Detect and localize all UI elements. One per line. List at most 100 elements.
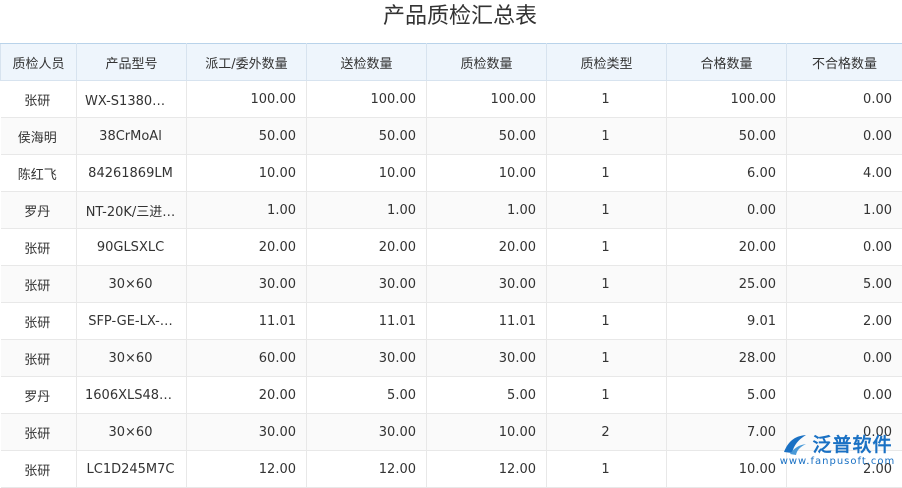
page-title: 产品质检汇总表 (0, 0, 902, 42)
table-cell: 10.00 (427, 414, 547, 451)
table-cell: 30.00 (307, 414, 427, 451)
table-row[interactable]: 张研WX-S1380系列100.00100.00100.001100.000.0… (1, 81, 902, 118)
table-row[interactable]: 张研30×6030.0030.0010.0027.000.00 (1, 414, 902, 451)
table-cell: 侯海明 (1, 118, 77, 155)
table-cell: 100.00 (187, 81, 307, 118)
table-cell: 30.00 (307, 266, 427, 303)
table-cell: 25.00 (667, 266, 787, 303)
table-cell: 30.00 (307, 340, 427, 377)
table-cell: 5.00 (427, 377, 547, 414)
column-header[interactable]: 质检人员 (1, 44, 77, 81)
table-cell: 50.00 (187, 118, 307, 155)
table-cell: 2.00 (787, 303, 902, 340)
watermark-top: 泛普软件 (782, 430, 892, 457)
quality-summary-table: 质检人员产品型号派工/委外数量送检数量质检数量质检类型合格数量不合格数量 张研W… (0, 43, 902, 488)
table-cell: 1 (547, 155, 667, 192)
table-cell: WX-S1380系列 (77, 81, 187, 118)
table-cell: 张研 (1, 340, 77, 377)
table-cell: 1 (547, 81, 667, 118)
table-cell: 100.00 (667, 81, 787, 118)
table-cell: 20.00 (187, 229, 307, 266)
table-cell: 10.00 (187, 155, 307, 192)
table-cell: 7.00 (667, 414, 787, 451)
column-header[interactable]: 不合格数量 (787, 44, 902, 81)
header-row: 质检人员产品型号派工/委外数量送检数量质检数量质检类型合格数量不合格数量 (1, 44, 902, 81)
table-cell: 1 (547, 377, 667, 414)
table-cell: LC1D245M7C (77, 451, 187, 488)
table-cell: 10.00 (427, 155, 547, 192)
table-cell: 38CrMoAl (77, 118, 187, 155)
table-row[interactable]: 张研LC1D245M7C12.0012.0012.00110.002.00 (1, 451, 902, 488)
table-cell: 28.00 (667, 340, 787, 377)
table-cell: NT-20K/三进… (77, 192, 187, 229)
table-cell: 30×60 (77, 340, 187, 377)
table-header: 质检人员产品型号派工/委外数量送检数量质检数量质检类型合格数量不合格数量 (1, 44, 902, 81)
table-cell: 罗丹 (1, 377, 77, 414)
table-cell: SFP-GE-LX-… (77, 303, 187, 340)
table-row[interactable]: 罗丹1606XLS480…20.005.005.0015.000.00 (1, 377, 902, 414)
table-cell: 张研 (1, 81, 77, 118)
table-cell: 20.00 (187, 377, 307, 414)
table-cell: 1 (547, 266, 667, 303)
column-header[interactable]: 送检数量 (307, 44, 427, 81)
table-row[interactable]: 侯海明38CrMoAl50.0050.0050.00150.000.00 (1, 118, 902, 155)
watermark-brand: 泛普软件 (812, 430, 892, 457)
table-cell: 50.00 (667, 118, 787, 155)
table-row[interactable]: 陈红飞84261869LM10.0010.0010.0016.004.00 (1, 155, 902, 192)
table-cell: 6.00 (667, 155, 787, 192)
table-cell: 1 (547, 118, 667, 155)
watermark: 泛普软件 www.fanpusoft.com (775, 430, 900, 478)
table-cell: 张研 (1, 414, 77, 451)
table-cell: 50.00 (307, 118, 427, 155)
table-cell: 0.00 (787, 377, 902, 414)
column-header[interactable]: 派工/委外数量 (187, 44, 307, 81)
table-cell: 1.00 (427, 192, 547, 229)
table-cell: 12.00 (307, 451, 427, 488)
table-cell: 1 (547, 229, 667, 266)
column-header[interactable]: 合格数量 (667, 44, 787, 81)
table-cell: 30.00 (427, 266, 547, 303)
table-cell: 陈红飞 (1, 155, 77, 192)
table-cell: 5.00 (307, 377, 427, 414)
table-cell: 11.01 (427, 303, 547, 340)
table-cell: 0.00 (787, 229, 902, 266)
table-cell: 1.00 (187, 192, 307, 229)
table-cell: 12.00 (427, 451, 547, 488)
table-cell: 11.01 (307, 303, 427, 340)
table-row[interactable]: 张研SFP-GE-LX-…11.0111.0111.0119.012.00 (1, 303, 902, 340)
table-cell: 10.00 (667, 451, 787, 488)
table-cell: 4.00 (787, 155, 902, 192)
table-cell: 1606XLS480… (77, 377, 187, 414)
table-cell: 100.00 (307, 81, 427, 118)
table-cell: 罗丹 (1, 192, 77, 229)
table-cell: 张研 (1, 229, 77, 266)
table-cell: 30×60 (77, 266, 187, 303)
table-cell: 5.00 (787, 266, 902, 303)
table-row[interactable]: 张研30×6060.0030.0030.00128.000.00 (1, 340, 902, 377)
table-cell: 12.00 (187, 451, 307, 488)
table-cell: 20.00 (667, 229, 787, 266)
table-cell: 张研 (1, 451, 77, 488)
table-row[interactable]: 张研90GLSXLC20.0020.0020.00120.000.00 (1, 229, 902, 266)
table-cell: 0.00 (787, 118, 902, 155)
column-header[interactable]: 产品型号 (77, 44, 187, 81)
table-cell: 1 (547, 340, 667, 377)
table-cell: 20.00 (427, 229, 547, 266)
watermark-url: www.fanpusoft.com (780, 456, 896, 467)
table-cell: 10.00 (307, 155, 427, 192)
table-cell: 50.00 (427, 118, 547, 155)
table-cell: 30.00 (427, 340, 547, 377)
table-cell: 100.00 (427, 81, 547, 118)
table-cell: 0.00 (787, 81, 902, 118)
table-cell: 90GLSXLC (77, 229, 187, 266)
column-header[interactable]: 质检数量 (427, 44, 547, 81)
table-cell: 84261869LM (77, 155, 187, 192)
table-cell: 0.00 (787, 340, 902, 377)
table-cell: 30×60 (77, 414, 187, 451)
column-header[interactable]: 质检类型 (547, 44, 667, 81)
table-cell: 20.00 (307, 229, 427, 266)
table-cell: 1.00 (787, 192, 902, 229)
table-row[interactable]: 罗丹NT-20K/三进…1.001.001.0010.001.00 (1, 192, 902, 229)
table-cell: 1 (547, 303, 667, 340)
table-row[interactable]: 张研30×6030.0030.0030.00125.005.00 (1, 266, 902, 303)
